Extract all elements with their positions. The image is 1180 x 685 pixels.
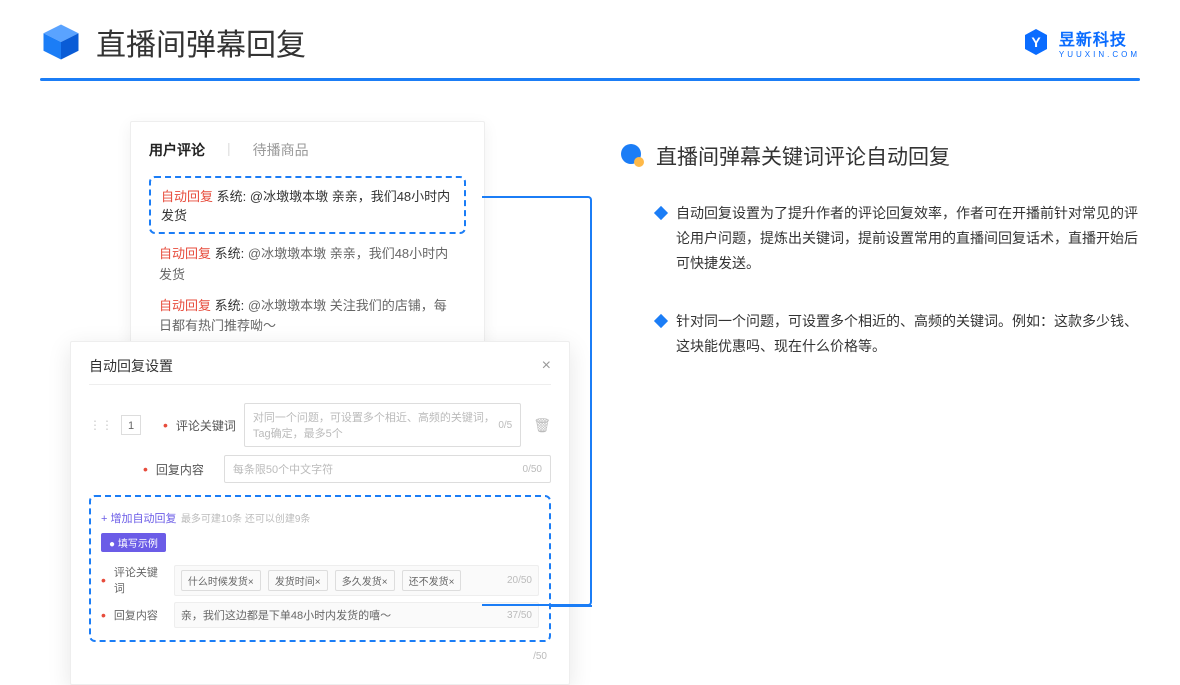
brand-block: Y 昱新科技 YUUXIN.COM (1021, 26, 1140, 59)
page-title: 直播间弹幕回复 (96, 20, 306, 64)
ex-content-box: 亲，我们这边都是下单48小时内发货的嘻～ 37/50 (174, 602, 539, 628)
char-count: 37/50 (507, 610, 532, 621)
required-dot: • (101, 572, 106, 588)
tail-count: /50 (533, 651, 547, 662)
ex-keyword-label: 评论关键词 (114, 564, 166, 596)
message-item: 自动回复 系统: @冰墩墩本墩 关注我们的店铺，每日都有热门推荐呦～ (149, 286, 466, 338)
required-dot: • (163, 417, 168, 433)
keyword-tag[interactable]: 还不发货× (402, 570, 462, 591)
brand-name: 昱新科技 (1059, 26, 1140, 50)
limit-hint: 最多可建10条 还可以创建9条 (181, 514, 310, 525)
required-dot: • (101, 607, 106, 623)
bullet-point: 自动回复设置为了提升作者的评论回复效率，作者可在开播前针对常见的评论用户问题，提… (620, 201, 1140, 277)
screenshot-composite: 用户评论 | 待播商品 自动回复 系统: @冰墩墩本墩 亲亲，我们48小时内发货… (70, 121, 580, 391)
keyword-tag[interactable]: 多久发货× (335, 570, 395, 591)
brand-domain: YUUXIN.COM (1059, 50, 1140, 59)
trash-icon[interactable]: 🗑 (533, 417, 551, 434)
ex-content-text: 亲，我们这边都是下单48小时内发货的嘻～ (181, 607, 391, 623)
bullet-point: 针对同一个问题，可设置多个相近的、高频的关键词。例如：这款多少钱、这块能优惠吗、… (620, 309, 1140, 359)
placeholder-text: 对同一个问题，可设置多个相近、高频的关键词，Tag确定，最多5个 (253, 409, 498, 441)
add-auto-reply-link[interactable]: + 增加自动回复 (101, 513, 176, 525)
example-badge: ● 填写示例 (101, 533, 166, 552)
auto-reply-tag: 自动回复 (159, 246, 211, 261)
keyword-tag[interactable]: 什么时候发货× (181, 570, 261, 591)
char-count: 20/50 (507, 575, 532, 586)
ex-keyword-box: 什么时候发货× 发货时间× 多久发货× 还不发货× 20/50 (174, 565, 539, 596)
tab-separator: | (227, 140, 231, 160)
highlighted-message: 自动回复 系统: @冰墩墩本墩 亲亲，我们48小时内发货 (149, 176, 466, 234)
keyword-label: 评论关键词 (176, 417, 236, 434)
brand-icon: Y (1021, 27, 1051, 57)
ex-content-label: 回复内容 (114, 607, 166, 623)
char-count: 0/50 (523, 464, 542, 475)
system-tag: 系统: (215, 246, 245, 261)
bullet-text: 自动回复设置为了提升作者的评论回复效率，作者可在开播前针对常见的评论用户问题，提… (676, 201, 1140, 277)
svg-text:Y: Y (1031, 34, 1041, 50)
system-tag: 系统: (215, 298, 245, 313)
example-box: + 增加自动回复 最多可建10条 还可以创建9条 ● 填写示例 • 评论关键词 … (89, 495, 551, 642)
bullet-text: 针对同一个问题，可设置多个相近的、高频的关键词。例如：这款多少钱、这块能优惠吗、… (676, 309, 1140, 359)
keyword-input[interactable]: 对同一个问题，可设置多个相近、高频的关键词，Tag确定，最多5个 0/5 (244, 403, 521, 447)
required-dot: • (143, 461, 148, 477)
tab-user-comments[interactable]: 用户评论 (149, 140, 205, 160)
chat-bubble-icon (620, 143, 646, 169)
content-label: 回复内容 (156, 461, 216, 478)
drag-handle-icon[interactable]: ⋮⋮ (89, 418, 113, 432)
diamond-icon (654, 206, 668, 220)
auto-reply-tag: 自动回复 (161, 189, 213, 204)
placeholder-text: 每条限50个中文字符 (233, 461, 333, 477)
system-tag: 系统: (217, 189, 247, 204)
auto-reply-tag: 自动回复 (159, 298, 211, 313)
diamond-icon (654, 313, 668, 327)
section-title: 直播间弹幕关键词评论自动回复 (656, 141, 950, 171)
keyword-tag[interactable]: 发货时间× (268, 570, 328, 591)
close-icon[interactable]: × (542, 357, 551, 375)
dialog-title: 自动回复设置 (89, 356, 173, 376)
tab-pending-products[interactable]: 待播商品 (253, 140, 309, 160)
description-panel: 直播间弹幕关键词评论自动回复 自动回复设置为了提升作者的评论回复效率，作者可在开… (620, 121, 1140, 391)
message-item: 自动回复 系统: @冰墩墩本墩 亲亲，我们48小时内发货 (149, 234, 466, 286)
comments-panel: 用户评论 | 待播商品 自动回复 系统: @冰墩墩本墩 亲亲，我们48小时内发货… (130, 121, 485, 362)
auto-reply-settings-panel: 自动回复设置 × ⋮⋮ 1 • 评论关键词 对同一个问题，可设置多个相近、高频的… (70, 341, 570, 685)
row-number: 1 (121, 415, 141, 435)
page-header: 直播间弹幕回复 Y 昱新科技 YUUXIN.COM (0, 0, 1180, 74)
cube-icon (40, 21, 82, 63)
content-input[interactable]: 每条限50个中文字符 0/50 (224, 455, 551, 483)
char-count: 0/5 (498, 420, 512, 431)
